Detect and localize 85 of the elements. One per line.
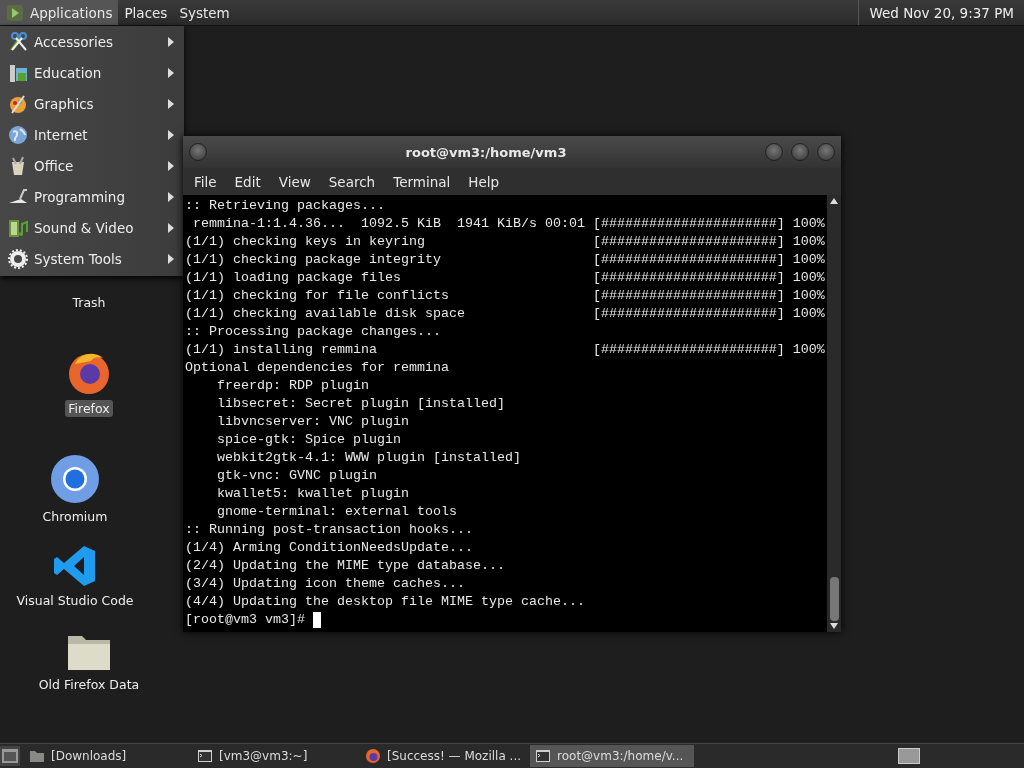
terminal-line: freerdp: RDP plugin: [216, 377, 370, 395]
terminal-line: (1/1) checking package integrity [######################] 100%: [185, 251, 826, 269]
menu-item[interactable]: Internet: [0, 119, 184, 150]
submenu-arrow-icon: [168, 36, 174, 47]
window-menu-button[interactable]: [189, 143, 207, 161]
terminal-icon: [535, 748, 552, 764]
terminal-line: gnome-terminal: external tools: [216, 503, 458, 521]
desktop-icon-label[interactable]: Chromium: [39, 508, 111, 525]
menu-item[interactable]: Terminal: [384, 173, 460, 190]
terminal-line: (3/4) Updating icon theme caches...: [185, 575, 466, 593]
menu-item[interactable]: Edit: [225, 173, 270, 190]
terminal-line: :: Processing package changes...: [185, 323, 442, 341]
terminal-line: webkit2gtk-4.1: WWW plugin [installed]: [216, 449, 522, 467]
menu-item[interactable]: Help: [459, 173, 509, 190]
menu-item[interactable]: View: [269, 173, 320, 190]
taskbar-button[interactable]: [vm3@vm3:~]: [192, 745, 356, 767]
menu-item[interactable]: Search: [319, 173, 385, 190]
terminal-line: gtk-vnc: GVNC plugin: [216, 467, 378, 485]
terminal-line: (2/4) Updating the MIME type database...: [185, 557, 506, 575]
taskbar-button[interactable]: root@vm3:/home/v...: [530, 745, 695, 767]
menu-item[interactable]: Sound & Video: [0, 212, 184, 243]
terminal-line: kwallet5: kwallet plugin: [216, 485, 410, 503]
clock[interactable]: Wed Nov 20, 9:37 PM: [858, 0, 1024, 25]
show-desktop-button[interactable]: [0, 746, 20, 766]
terminal-prompt: [root@vm3 vm3]#: [185, 611, 306, 629]
globe-icon: [8, 124, 28, 145]
submenu-arrow-icon: [168, 160, 174, 171]
maximize-button[interactable]: [791, 143, 809, 161]
app-launcher-icon: [6, 3, 24, 22]
scrollbar[interactable]: [827, 195, 841, 632]
desktop-icon-label[interactable]: Visual Studio Code: [13, 592, 137, 609]
folder-icon: [29, 748, 45, 764]
terminal-line: (4/4) Updating the desktop file MIME type cache...: [185, 593, 586, 611]
books-icon: [8, 62, 28, 83]
desktop-icon-label[interactable]: Trash: [69, 294, 109, 311]
chromium-icon: [50, 454, 100, 504]
desktop-icon-label[interactable]: Firefox: [65, 400, 113, 417]
terminal-line: (1/1) checking keys in keyring [######################] 100%: [185, 233, 826, 251]
close-button[interactable]: [817, 143, 835, 161]
terminal-line: remmina-1:1.4.36... 1092.5 KiB 1941 KiB/s 00:01 [######################] 100%: [192, 215, 826, 233]
text-cursor: [313, 612, 321, 628]
code-editor-icon: [53, 544, 97, 588]
terminal-line: (1/4) Arming ConditionNeedsUpdate...: [185, 539, 474, 557]
menu-item[interactable]: System Tools: [0, 243, 184, 274]
scroll-down-icon: [830, 623, 838, 629]
panel-menu[interactable]: Applications: [0, 0, 119, 25]
palette-icon: [8, 93, 28, 114]
terminal-line: Optional dependencies for remmina: [185, 359, 450, 377]
terminal-line: (1/1) loading package files [######################] 100%: [185, 269, 826, 287]
gear-icon: [8, 248, 28, 269]
firefox-icon: [365, 748, 381, 764]
window-title: root@vm3:/home/vm3: [404, 144, 568, 160]
terminal-line: :: Running post-transaction hooks...: [185, 521, 474, 539]
workspace-switcher[interactable]: [898, 748, 920, 764]
film-music-icon: [8, 217, 28, 238]
panel-menu[interactable]: Places: [118, 0, 174, 25]
menu-item[interactable]: Graphics: [0, 88, 184, 119]
menu-item[interactable]: File: [185, 173, 226, 190]
scrollbar-thumb[interactable]: [829, 577, 839, 621]
terminal-line: :: Retrieving packages...: [185, 197, 386, 215]
terminal-line: libsecret: Secret plugin [installed]: [216, 395, 506, 413]
submenu-arrow-icon: [168, 253, 174, 264]
menu-item[interactable]: Accessories: [0, 26, 184, 57]
minimize-button[interactable]: [765, 143, 783, 161]
scissors-icon: [8, 31, 28, 52]
submenu-arrow-icon: [168, 129, 174, 140]
submenu-arrow-icon: [168, 222, 174, 233]
terminal-line: (1/1) installing remmina [######################] 100%: [185, 341, 826, 359]
desktop-icon: [2, 749, 18, 763]
menu-item[interactable]: Programming: [0, 181, 184, 212]
submenu-arrow-icon: [168, 191, 174, 202]
desktop-icon-label[interactable]: Old Firefox Data: [35, 676, 143, 693]
menu-item[interactable]: Education: [0, 57, 184, 88]
scroll-up-icon: [830, 198, 838, 204]
terminal-icon: [197, 748, 213, 764]
menu-item[interactable]: Office: [0, 150, 184, 181]
terminal-line: (1/1) checking available disk space [######################] 100%: [185, 305, 826, 323]
panel-menu[interactable]: System: [173, 0, 236, 25]
terminal-line: spice-gtk: Spice plugin: [216, 431, 402, 449]
submenu-arrow-icon: [168, 98, 174, 109]
submenu-arrow-icon: [168, 67, 174, 78]
terminal-line: libvncserver: VNC plugin: [216, 413, 410, 431]
terminal-line: (1/1) checking for file conflicts [######################] 100%: [185, 287, 826, 305]
taskbar-button[interactable]: [Downloads]: [24, 745, 188, 767]
taskbar-button[interactable]: [Success! — Mozilla ...: [360, 745, 527, 767]
